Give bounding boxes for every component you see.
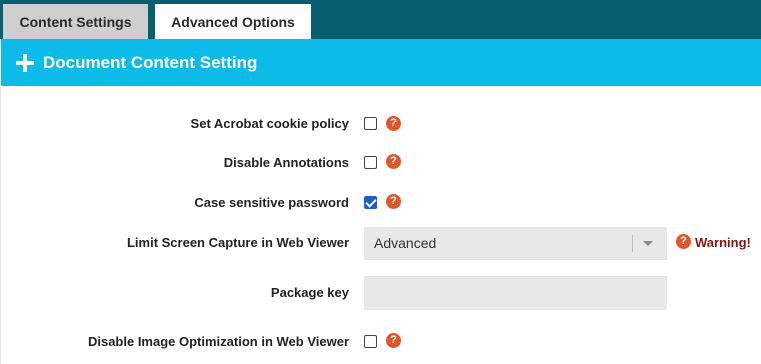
tab-content-settings[interactable]: Content Settings [3,4,148,39]
package-key-input[interactable] [364,276,667,310]
help-icon[interactable]: ? [386,194,401,209]
package-key-label: Package key [270,285,349,300]
cookie-policy-label: Set Acrobat cookie policy [190,116,349,131]
select-value: Advanced [374,235,437,251]
screen-capture-select[interactable]: Advanced [364,227,667,260]
screen-capture-label: Limit Screen Capture in Web Viewer [126,235,349,250]
help-icon[interactable]: ? [386,333,401,348]
cookie-policy-checkbox[interactable] [364,117,377,130]
settings-panel [0,86,761,364]
section-header[interactable]: Document Content Setting [1,39,761,86]
case-sensitive-checkbox[interactable] [364,196,377,209]
image-optimization-checkbox[interactable] [364,335,377,348]
tab-advanced-options[interactable]: Advanced Options [155,4,311,39]
case-sensitive-label: Case sensitive password [194,195,349,210]
image-optimization-label: Disable Image Optimization in Web Viewer [87,334,349,349]
disable-annotations-checkbox[interactable] [364,156,377,169]
help-icon[interactable]: ? [386,116,401,131]
section-title: Document Content Setting [43,52,258,72]
warning-text: Warning! [695,235,751,250]
help-icon[interactable]: ? [676,234,691,249]
chevron-down-icon[interactable] [643,241,653,246]
select-divider [632,235,633,252]
tab-bar: Content Settings Advanced Options [0,0,761,39]
help-icon[interactable]: ? [386,154,401,169]
plus-icon [16,53,34,72]
disable-annotations-label: Disable Annotations [223,155,349,170]
